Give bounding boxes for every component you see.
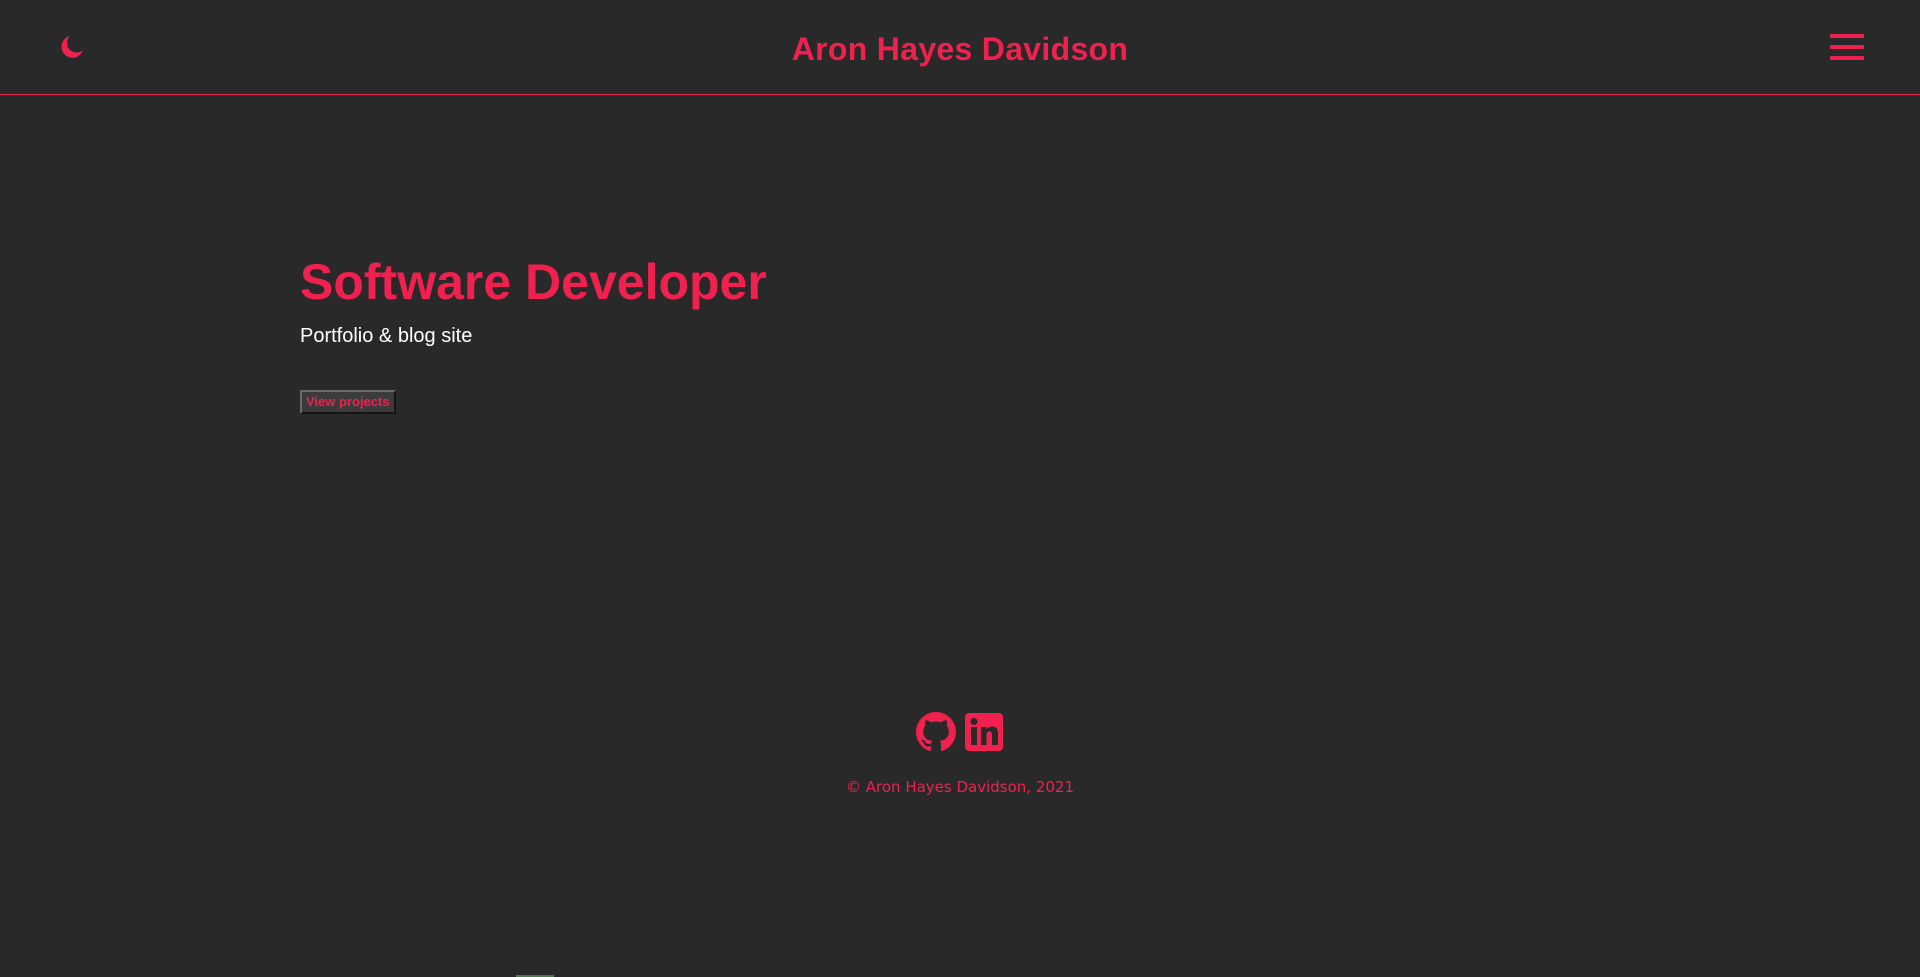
site-header: Aron Hayes Davidson <box>0 0 1920 95</box>
hero-section: Software Developer Portfolio & blog site… <box>300 250 767 414</box>
site-title-link[interactable]: Aron Hayes Davidson <box>792 31 1128 67</box>
menu-button[interactable] <box>1830 32 1864 62</box>
hero-title: Software Developer <box>300 254 767 310</box>
social-links <box>0 712 1920 754</box>
moon-icon <box>61 36 83 58</box>
hero-subtitle: Portfolio & blog site <box>300 325 473 347</box>
site-title: Aron Hayes Davidson <box>0 30 1920 68</box>
site-footer: © Aron Hayes Davidson, 2021 <box>0 712 1920 797</box>
copyright-text: © Aron Hayes Davidson, 2021 <box>846 778 1074 796</box>
github-link[interactable] <box>916 712 956 752</box>
github-icon <box>916 712 956 752</box>
linkedin-icon <box>965 713 1003 751</box>
linkedin-link[interactable] <box>964 712 1004 752</box>
theme-toggle-button[interactable] <box>56 32 86 62</box>
view-projects-button[interactable]: View projects <box>300 390 396 414</box>
